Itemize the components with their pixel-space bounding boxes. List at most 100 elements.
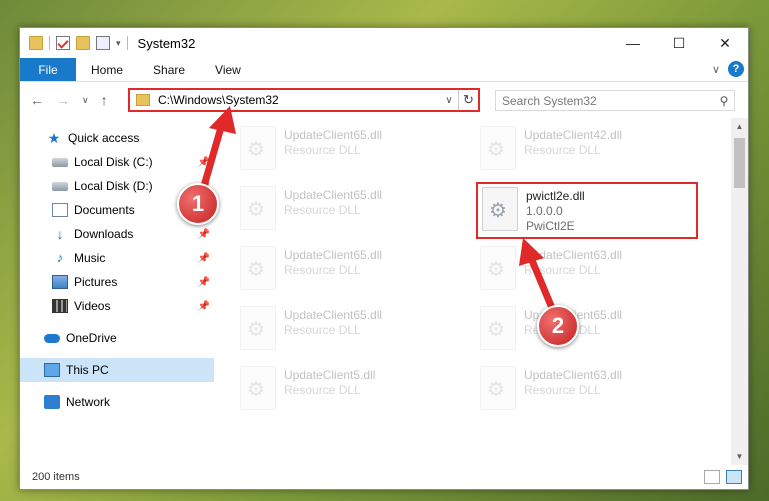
tab-file[interactable]: File	[20, 58, 76, 81]
sidebar-item-music[interactable]: ♪ Music 📌	[20, 246, 214, 270]
pin-icon[interactable]: 📌	[198, 157, 210, 168]
window-title: System32	[137, 35, 196, 51]
title-bar: ▾ System32 — ☐ ✕	[20, 28, 748, 58]
file-type: Resource DLL	[524, 383, 601, 397]
scroll-up-icon[interactable]: ▲	[731, 118, 748, 135]
file-tile-pwictl2e[interactable]: pwictl2e.dll 1.0.0.0 PwiCtl2E	[476, 182, 698, 239]
sidebar-item-this-pc[interactable]: This PC	[20, 358, 214, 382]
pin-icon[interactable]: 📌	[198, 277, 210, 288]
sidebar-item-label: Network	[66, 395, 111, 409]
status-bar: 200 items	[20, 464, 748, 489]
file-name: UpdateClient63.dll	[524, 368, 623, 382]
chevron-down-icon[interactable]: ▾	[116, 38, 121, 49]
new-folder-icon[interactable]	[76, 36, 90, 50]
sidebar-item-onedrive[interactable]: OneDrive	[20, 326, 214, 350]
chevron-down-icon[interactable]: ∨	[440, 95, 458, 106]
tab-home[interactable]: Home	[76, 58, 138, 81]
music-icon: ♪	[56, 250, 64, 265]
details-view-icon[interactable]	[704, 469, 720, 484]
gear-file-icon	[240, 246, 276, 290]
sidebar-item-label: Downloads	[74, 227, 134, 241]
file-tile[interactable]: UpdateClient65.dllResource DLL	[240, 246, 460, 296]
network-icon	[44, 395, 60, 409]
tab-view[interactable]: View	[200, 58, 256, 81]
recent-locations-icon[interactable]: ∨	[82, 95, 89, 106]
sidebar-item-videos[interactable]: Videos 📌	[20, 294, 214, 318]
gear-file-icon	[480, 126, 516, 170]
gear-file-icon	[480, 246, 516, 290]
ribbon-tabs: File Home Share View ∨ ?	[20, 58, 748, 82]
collapse-ribbon-icon[interactable]: ∨	[712, 63, 720, 76]
gear-file-icon	[480, 366, 516, 410]
sidebar-item-label: Videos	[74, 299, 111, 313]
sidebar-item-label: Local Disk (C:)	[74, 155, 153, 169]
quick-access-toolbar: ▾	[29, 36, 128, 50]
pin-icon[interactable]: 📌	[198, 301, 210, 312]
up-arrow-icon[interactable]: ↑	[101, 92, 108, 108]
search-box[interactable]: ⚲	[495, 90, 735, 111]
sidebar-item-pictures[interactable]: Pictures 📌	[20, 270, 214, 294]
gear-file-icon	[240, 306, 276, 350]
refresh-icon[interactable]: ↻	[458, 90, 478, 110]
file-tile[interactable]: UpdateClient65.dllResource DLL	[480, 306, 700, 356]
file-tile[interactable]: UpdateClient42.dllResource DLL	[480, 126, 700, 176]
maximize-button[interactable]: ☐	[656, 28, 702, 58]
forward-arrow-icon[interactable]: →	[56, 92, 70, 108]
file-type: Resource DLL	[284, 323, 361, 337]
address-path[interactable]: C:\Windows\System32	[158, 93, 440, 107]
file-tile[interactable]: UpdateClient65.dllResource DLL	[240, 186, 460, 236]
gear-file-icon	[482, 187, 518, 231]
videos-icon	[52, 299, 68, 313]
customize-icon[interactable]	[96, 36, 110, 50]
ribbon-right: ∨ ?	[712, 61, 744, 77]
file-version: 1.0.0.0	[526, 204, 563, 218]
file-description: PwiCtl2E	[526, 219, 575, 233]
sidebar-item-label: Pictures	[74, 275, 118, 289]
step-badge-1: 1	[177, 183, 219, 225]
file-tile[interactable]: UpdateClient63.dllResource DLL	[480, 366, 700, 416]
minimize-button[interactable]: —	[610, 28, 656, 58]
file-tile[interactable]: UpdateClient63.dllResource DLL	[480, 246, 700, 296]
file-type: Resource DLL	[524, 143, 601, 157]
main-area: ★ Quick access Local Disk (C:) 📌 Local D…	[20, 118, 748, 465]
sidebar-item-label: Local Disk (D:)	[74, 179, 153, 193]
separator	[126, 36, 128, 50]
tab-share[interactable]: Share	[138, 58, 200, 81]
file-type: Resource DLL	[524, 263, 601, 277]
search-icon[interactable]: ⚲	[714, 94, 734, 108]
sidebar-item-label: This PC	[66, 363, 109, 377]
star-icon: ★	[47, 130, 61, 146]
back-arrow-icon[interactable]: ←	[30, 92, 44, 108]
navigation-pane: ★ Quick access Local Disk (C:) 📌 Local D…	[20, 118, 214, 465]
properties-check-icon[interactable]	[56, 36, 70, 50]
file-tile[interactable]: UpdateClient5.dllResource DLL	[240, 366, 460, 416]
file-name: UpdateClient65.dll	[284, 188, 383, 202]
gear-file-icon	[480, 306, 516, 350]
sidebar-item-network[interactable]: Network	[20, 390, 214, 414]
search-input[interactable]	[502, 93, 714, 108]
scroll-down-icon[interactable]: ▼	[731, 448, 748, 465]
file-type: Resource DLL	[284, 263, 361, 277]
file-name: UpdateClient65.dll	[284, 248, 383, 262]
file-list: UpdateClient65.dllResource DLL UpdateCli…	[214, 118, 748, 465]
scroll-thumb[interactable]	[734, 138, 745, 188]
address-bar[interactable]: C:\Windows\System32 ∨ ↻	[128, 88, 480, 112]
gear-file-icon	[240, 186, 276, 230]
pin-icon[interactable]: 📌	[198, 229, 210, 240]
file-tile[interactable]: UpdateClient65.dllResource DLL	[240, 306, 460, 356]
sidebar-item-downloads[interactable]: ↓ Downloads 📌	[20, 222, 214, 246]
file-tile[interactable]: UpdateClient65.dllResource DLL	[240, 126, 460, 176]
pin-icon[interactable]: 📌	[198, 253, 210, 264]
file-type: Resource DLL	[284, 143, 361, 157]
disk-icon	[52, 157, 68, 167]
gear-file-icon	[240, 366, 276, 410]
close-button[interactable]: ✕	[702, 28, 748, 58]
sidebar-item-local-disk-c[interactable]: Local Disk (C:) 📌	[20, 150, 214, 174]
downloads-icon: ↓	[56, 226, 64, 242]
disk-icon	[52, 181, 68, 191]
sidebar-item-quick-access[interactable]: ★ Quick access	[20, 126, 214, 150]
vertical-scrollbar[interactable]: ▲ ▼	[731, 118, 748, 465]
separator	[49, 36, 50, 50]
help-icon[interactable]: ?	[728, 61, 744, 77]
tiles-view-icon[interactable]	[726, 469, 742, 484]
